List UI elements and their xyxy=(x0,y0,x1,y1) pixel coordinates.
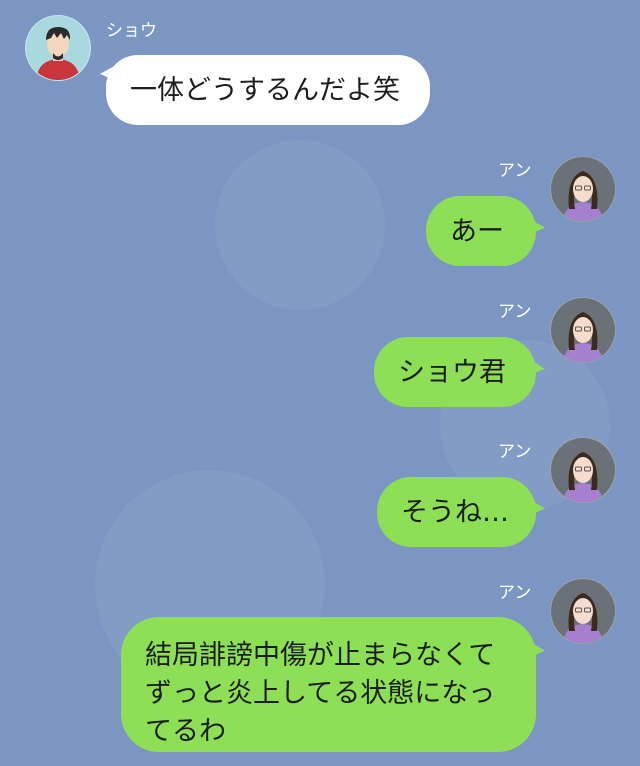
message-bubble-incoming[interactable]: 一体どうするんだよ笑 xyxy=(106,55,430,125)
sender-name: アン xyxy=(498,161,532,181)
sender-avatar-shou[interactable] xyxy=(25,15,91,81)
male-avatar-icon xyxy=(36,27,80,80)
message-text: 一体どうするんだよ笑 xyxy=(130,74,400,106)
sender-avatar-an[interactable] xyxy=(550,297,616,363)
sender-name: アン xyxy=(498,302,532,322)
message-bubble-outgoing[interactable]: ショウ君 xyxy=(374,337,536,407)
female-avatar-icon xyxy=(563,171,603,221)
female-avatar-icon xyxy=(563,593,603,643)
sender-avatar-an[interactable] xyxy=(550,156,616,222)
female-avatar-icon xyxy=(563,452,603,502)
message-text: そうね… xyxy=(401,496,509,528)
message-text: ショウ君 xyxy=(398,356,506,388)
message-bubble-outgoing[interactable]: 結局誹謗中傷が止まらなくて ずっと炎上してる状態になっ てるわ xyxy=(121,617,536,752)
message-bubble-outgoing[interactable]: そうね… xyxy=(377,477,536,547)
sender-name: ショウ xyxy=(106,21,157,41)
female-avatar-icon xyxy=(563,312,603,362)
message-text: あー xyxy=(450,215,504,247)
message-text-line: てるわ xyxy=(145,716,226,747)
message-text-line: 結局誹謗中傷が止まらなくて xyxy=(145,640,496,671)
sender-avatar-an[interactable] xyxy=(550,578,616,644)
message-text-line: ずっと炎上してる状態になっ xyxy=(145,678,496,709)
sender-avatar-an[interactable] xyxy=(550,437,616,503)
sender-name: アン xyxy=(498,442,532,462)
background-blob xyxy=(215,140,385,310)
sender-name: アン xyxy=(498,583,532,603)
message-bubble-outgoing[interactable]: あー xyxy=(426,196,536,266)
